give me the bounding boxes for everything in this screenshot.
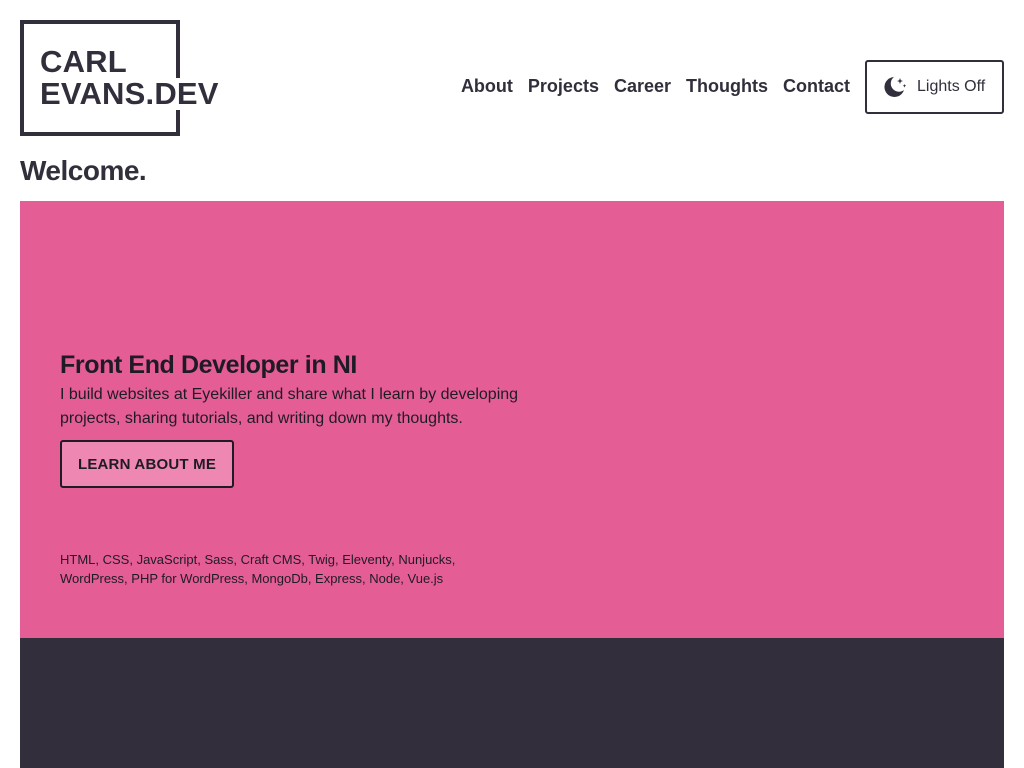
- nav-link-thoughts[interactable]: Thoughts: [686, 76, 768, 97]
- main-nav: About Projects Career Thoughts Contact: [461, 76, 850, 97]
- site-header: CARL EVANS.DEV About Projects Career Tho…: [20, 20, 1004, 136]
- tech-stack-list: HTML, CSS, JavaScript, Sass, Craft CMS, …: [60, 552, 456, 586]
- lights-off-label: Lights Off: [917, 78, 986, 95]
- nav-link-contact[interactable]: Contact: [783, 76, 850, 97]
- nav-link-projects[interactable]: Projects: [528, 76, 599, 97]
- nav-link-about[interactable]: About: [461, 76, 513, 97]
- lights-off-button[interactable]: Lights Off: [865, 60, 1004, 114]
- moon-stars-icon: [884, 77, 907, 97]
- site-logo[interactable]: CARL EVANS.DEV: [20, 20, 223, 136]
- page-title: Welcome.: [20, 155, 147, 186]
- logo-line-1: CARL: [40, 46, 131, 78]
- hero-section: Front End Developer in NI I build websit…: [20, 201, 1004, 638]
- nav-link-career[interactable]: Career: [614, 76, 671, 97]
- learn-about-me-button[interactable]: LEARN ABOUT ME: [60, 440, 234, 488]
- hero-heading: Front End Developer in NI: [60, 351, 357, 379]
- logo-line-2: EVANS.DEV: [40, 78, 223, 110]
- hero-intro: I build websites at Eyekiller and share …: [60, 386, 519, 427]
- dark-section: [20, 638, 1004, 768]
